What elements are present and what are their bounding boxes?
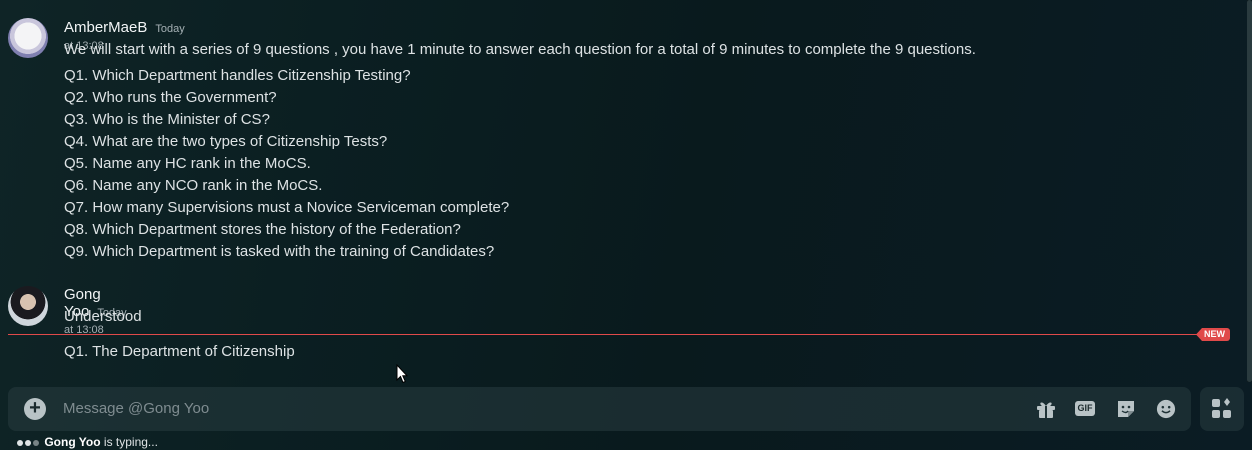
message-input[interactable]: Message @Gong Yoo bbox=[63, 400, 209, 417]
typing-dots-icon bbox=[17, 435, 41, 449]
message-text: Q4. What are the two types of Citizenshi… bbox=[64, 133, 388, 150]
message-text: Q9. Which Department is tasked with the … bbox=[64, 243, 495, 260]
message-text: Q5. Name any HC rank in the MoCS. bbox=[64, 155, 311, 172]
message-text: Q6. Name any NCO rank in the MoCS. bbox=[64, 177, 323, 194]
apps-button[interactable] bbox=[1200, 387, 1244, 431]
new-messages-divider bbox=[8, 334, 1230, 335]
avatar[interactable] bbox=[8, 286, 48, 326]
message-text: Q7. How many Supervisions must a Novice … bbox=[64, 199, 510, 216]
new-badge: NEW bbox=[1196, 328, 1230, 341]
mouse-cursor-icon bbox=[396, 364, 408, 384]
message-text: Q8. Which Department stores the history … bbox=[64, 221, 461, 238]
message-text: Understood bbox=[64, 308, 142, 325]
sticker-icon[interactable] bbox=[1115, 399, 1137, 419]
message-composer: + Message @Gong Yoo GIF bbox=[8, 387, 1191, 431]
message-text: We will start with a series of 9 questio… bbox=[64, 41, 976, 58]
typing-text: is typing... bbox=[103, 435, 158, 449]
message-text: Q2. Who runs the Government? bbox=[64, 89, 277, 106]
apps-icon bbox=[1212, 398, 1231, 418]
message-text: Q1. Which Department handles Citizenship… bbox=[64, 67, 411, 84]
typing-user: Gong Yoo bbox=[44, 435, 101, 449]
gift-icon[interactable] bbox=[1035, 399, 1057, 419]
avatar[interactable] bbox=[8, 18, 48, 58]
message-text: Q3. Who is the Minister of CS? bbox=[64, 111, 270, 128]
author-name[interactable]: AmberMaeB bbox=[64, 19, 147, 36]
add-icon[interactable]: + bbox=[24, 398, 46, 420]
emoji-icon[interactable] bbox=[1155, 399, 1177, 419]
message-text: Q1. The Department of Citizenship bbox=[64, 343, 295, 360]
scrollbar[interactable] bbox=[1247, 0, 1252, 382]
scrollbar-thumb[interactable] bbox=[1247, 0, 1252, 382]
gif-icon[interactable]: GIF bbox=[1075, 401, 1095, 416]
typing-indicator: Gong Yoo is typing... bbox=[17, 435, 158, 449]
